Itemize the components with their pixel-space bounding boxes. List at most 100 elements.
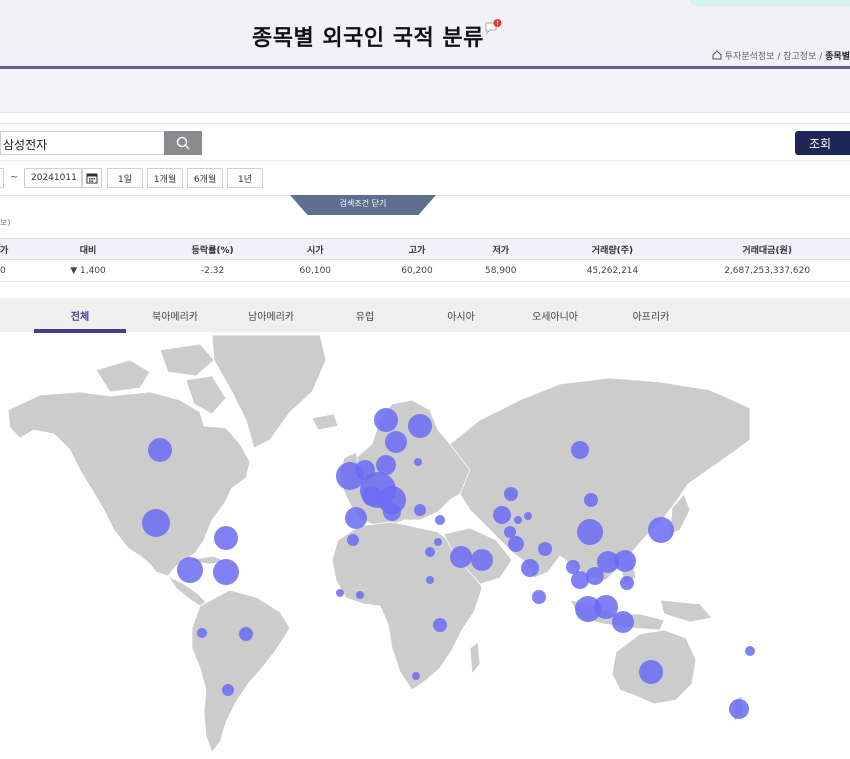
search-button[interactable] xyxy=(164,131,202,155)
arctic-islands-shape xyxy=(159,343,215,377)
nationality-bubble[interactable] xyxy=(521,559,539,577)
table-cell-change: ▼ 1,400 xyxy=(8,259,168,282)
nationality-bubble[interactable] xyxy=(471,549,493,571)
column-header: 저가 xyxy=(460,238,541,260)
speech-bubble-alert-icon[interactable] xyxy=(485,19,503,37)
nationality-bubble[interactable] xyxy=(493,506,511,524)
nationality-bubble[interactable] xyxy=(239,627,253,641)
nationality-bubble[interactable] xyxy=(177,557,203,583)
close-search-options-button[interactable]: 검색조건 닫기 xyxy=(290,195,436,215)
nationality-bubble[interactable] xyxy=(433,618,447,632)
nationality-bubble[interactable] xyxy=(435,515,445,525)
nationality-bubble[interactable] xyxy=(538,542,552,556)
north-america-shape xyxy=(7,391,251,577)
nationality-bubble[interactable] xyxy=(336,589,344,597)
column-header: 대비 xyxy=(8,238,168,260)
breadcrumb: 투자분석정보 / 참고정보 / 종목별 xyxy=(712,49,850,62)
nationality-bubble[interactable] xyxy=(197,628,207,638)
table-cell: 60,200 xyxy=(373,259,461,282)
nationality-bubble[interactable] xyxy=(148,438,172,462)
nationality-bubble[interactable] xyxy=(584,493,598,507)
table-cell: 60,100 xyxy=(257,259,374,282)
end-date-input[interactable]: 20241011 xyxy=(24,168,82,188)
nationality-bubble[interactable] xyxy=(434,538,442,546)
nationality-bubble[interactable] xyxy=(383,503,401,521)
period-1month-button[interactable]: 1개월 xyxy=(147,168,183,188)
tab-europe[interactable]: 유럽 xyxy=(320,308,410,323)
column-header: 거래량(주) xyxy=(540,238,685,260)
column-header: 거래대금(원) xyxy=(684,238,850,260)
table-cell: 45,262,214 xyxy=(540,259,685,282)
table-cell: 58,900 xyxy=(460,259,541,282)
column-header: 시가 xyxy=(257,238,374,260)
home-icon[interactable] xyxy=(712,50,722,60)
nationality-bubble[interactable] xyxy=(414,504,426,516)
tab-south-america[interactable]: 남아메리카 xyxy=(226,308,316,323)
nationality-bubble[interactable] xyxy=(614,550,636,572)
nationality-bubble[interactable] xyxy=(532,590,546,604)
nationality-bubble[interactable] xyxy=(425,547,435,557)
nationality-bubble[interactable] xyxy=(514,516,522,524)
tab-africa[interactable]: 아프리카 xyxy=(606,308,696,323)
nationality-bubble[interactable] xyxy=(362,486,382,506)
start-date-input[interactable] xyxy=(0,168,4,188)
nationality-bubble[interactable] xyxy=(376,455,396,475)
column-header: 가 xyxy=(0,238,9,260)
nationality-bubble[interactable] xyxy=(142,509,170,537)
nationality-bubble[interactable] xyxy=(639,660,663,684)
south-america-shape xyxy=(191,589,291,753)
nationality-bubble[interactable] xyxy=(345,507,367,529)
nationality-bubble[interactable] xyxy=(385,431,407,453)
tab-north-america[interactable]: 북아메리카 xyxy=(130,308,220,323)
nationality-bubble[interactable] xyxy=(745,646,755,656)
nationality-bubble[interactable] xyxy=(612,611,634,633)
column-header: 등락률(%) xyxy=(167,238,258,260)
table-cell-change-rate: -2.32 xyxy=(167,259,258,282)
date-range-tilde: ~ xyxy=(10,172,19,183)
iceland-shape xyxy=(311,413,339,431)
tab-asia[interactable]: 아시아 xyxy=(416,308,506,323)
nationality-bubble[interactable] xyxy=(577,519,603,545)
world-map xyxy=(0,333,850,759)
search-icon xyxy=(176,136,190,150)
period-1day-button[interactable]: 1일 xyxy=(107,168,143,188)
table-cell: 0 xyxy=(0,259,9,282)
query-button[interactable]: 조회 xyxy=(795,131,850,155)
stock-search-input[interactable]: 삼성전자 xyxy=(0,131,164,155)
header-accent xyxy=(690,0,850,6)
nationality-bubble[interactable] xyxy=(504,526,516,538)
nationality-bubble[interactable] xyxy=(356,591,364,599)
nationality-bubble[interactable] xyxy=(729,699,749,719)
new-guinea-shape xyxy=(659,599,713,623)
nationality-bubble[interactable] xyxy=(524,512,532,520)
date-filter-row: ~ 20241011 1일 1개월 6개월 1년 xyxy=(0,162,850,196)
nationality-bubble[interactable] xyxy=(450,546,472,568)
nationality-bubble[interactable] xyxy=(571,441,589,459)
region-tabs: 전체 북아메리카 남아메리카 유럽 아시아 오세아니아 아프리카 xyxy=(0,298,850,332)
period-6month-button[interactable]: 6개월 xyxy=(187,168,223,188)
tab-oceania[interactable]: 오세아니아 xyxy=(510,308,600,323)
period-1year-button[interactable]: 1년 xyxy=(227,168,263,188)
world-map-svg xyxy=(7,334,755,753)
breadcrumb-item-1[interactable]: 투자분석정보 xyxy=(725,52,775,62)
column-header: 고가 xyxy=(373,238,461,260)
nationality-bubble[interactable] xyxy=(214,526,238,550)
nationality-bubble[interactable] xyxy=(408,414,432,438)
quote-table: 가 대비 등락률(%) 시가 고가 저가 거래량(주) 거래대금(원) 0 ▼ … xyxy=(0,238,850,282)
nationality-bubble[interactable] xyxy=(508,536,524,552)
nationality-bubble[interactable] xyxy=(504,487,518,501)
nationality-bubble[interactable] xyxy=(426,576,434,584)
nationality-bubble[interactable] xyxy=(620,576,634,590)
calendar-button[interactable] xyxy=(82,168,102,188)
tab-all[interactable]: 전체 xyxy=(34,308,126,323)
nationality-bubble[interactable] xyxy=(374,408,398,432)
nationality-bubble[interactable] xyxy=(222,684,234,696)
nationality-bubble[interactable] xyxy=(648,517,674,543)
page-title: 종목별 외국인 국적 분류 xyxy=(252,26,484,51)
nationality-bubble[interactable] xyxy=(213,559,239,585)
breadcrumb-current: 종목별 xyxy=(825,52,850,62)
breadcrumb-item-2[interactable]: 참고정보 xyxy=(783,52,816,62)
nationality-bubble[interactable] xyxy=(414,458,422,466)
nationality-bubble[interactable] xyxy=(412,672,420,680)
nationality-bubble[interactable] xyxy=(347,534,359,546)
